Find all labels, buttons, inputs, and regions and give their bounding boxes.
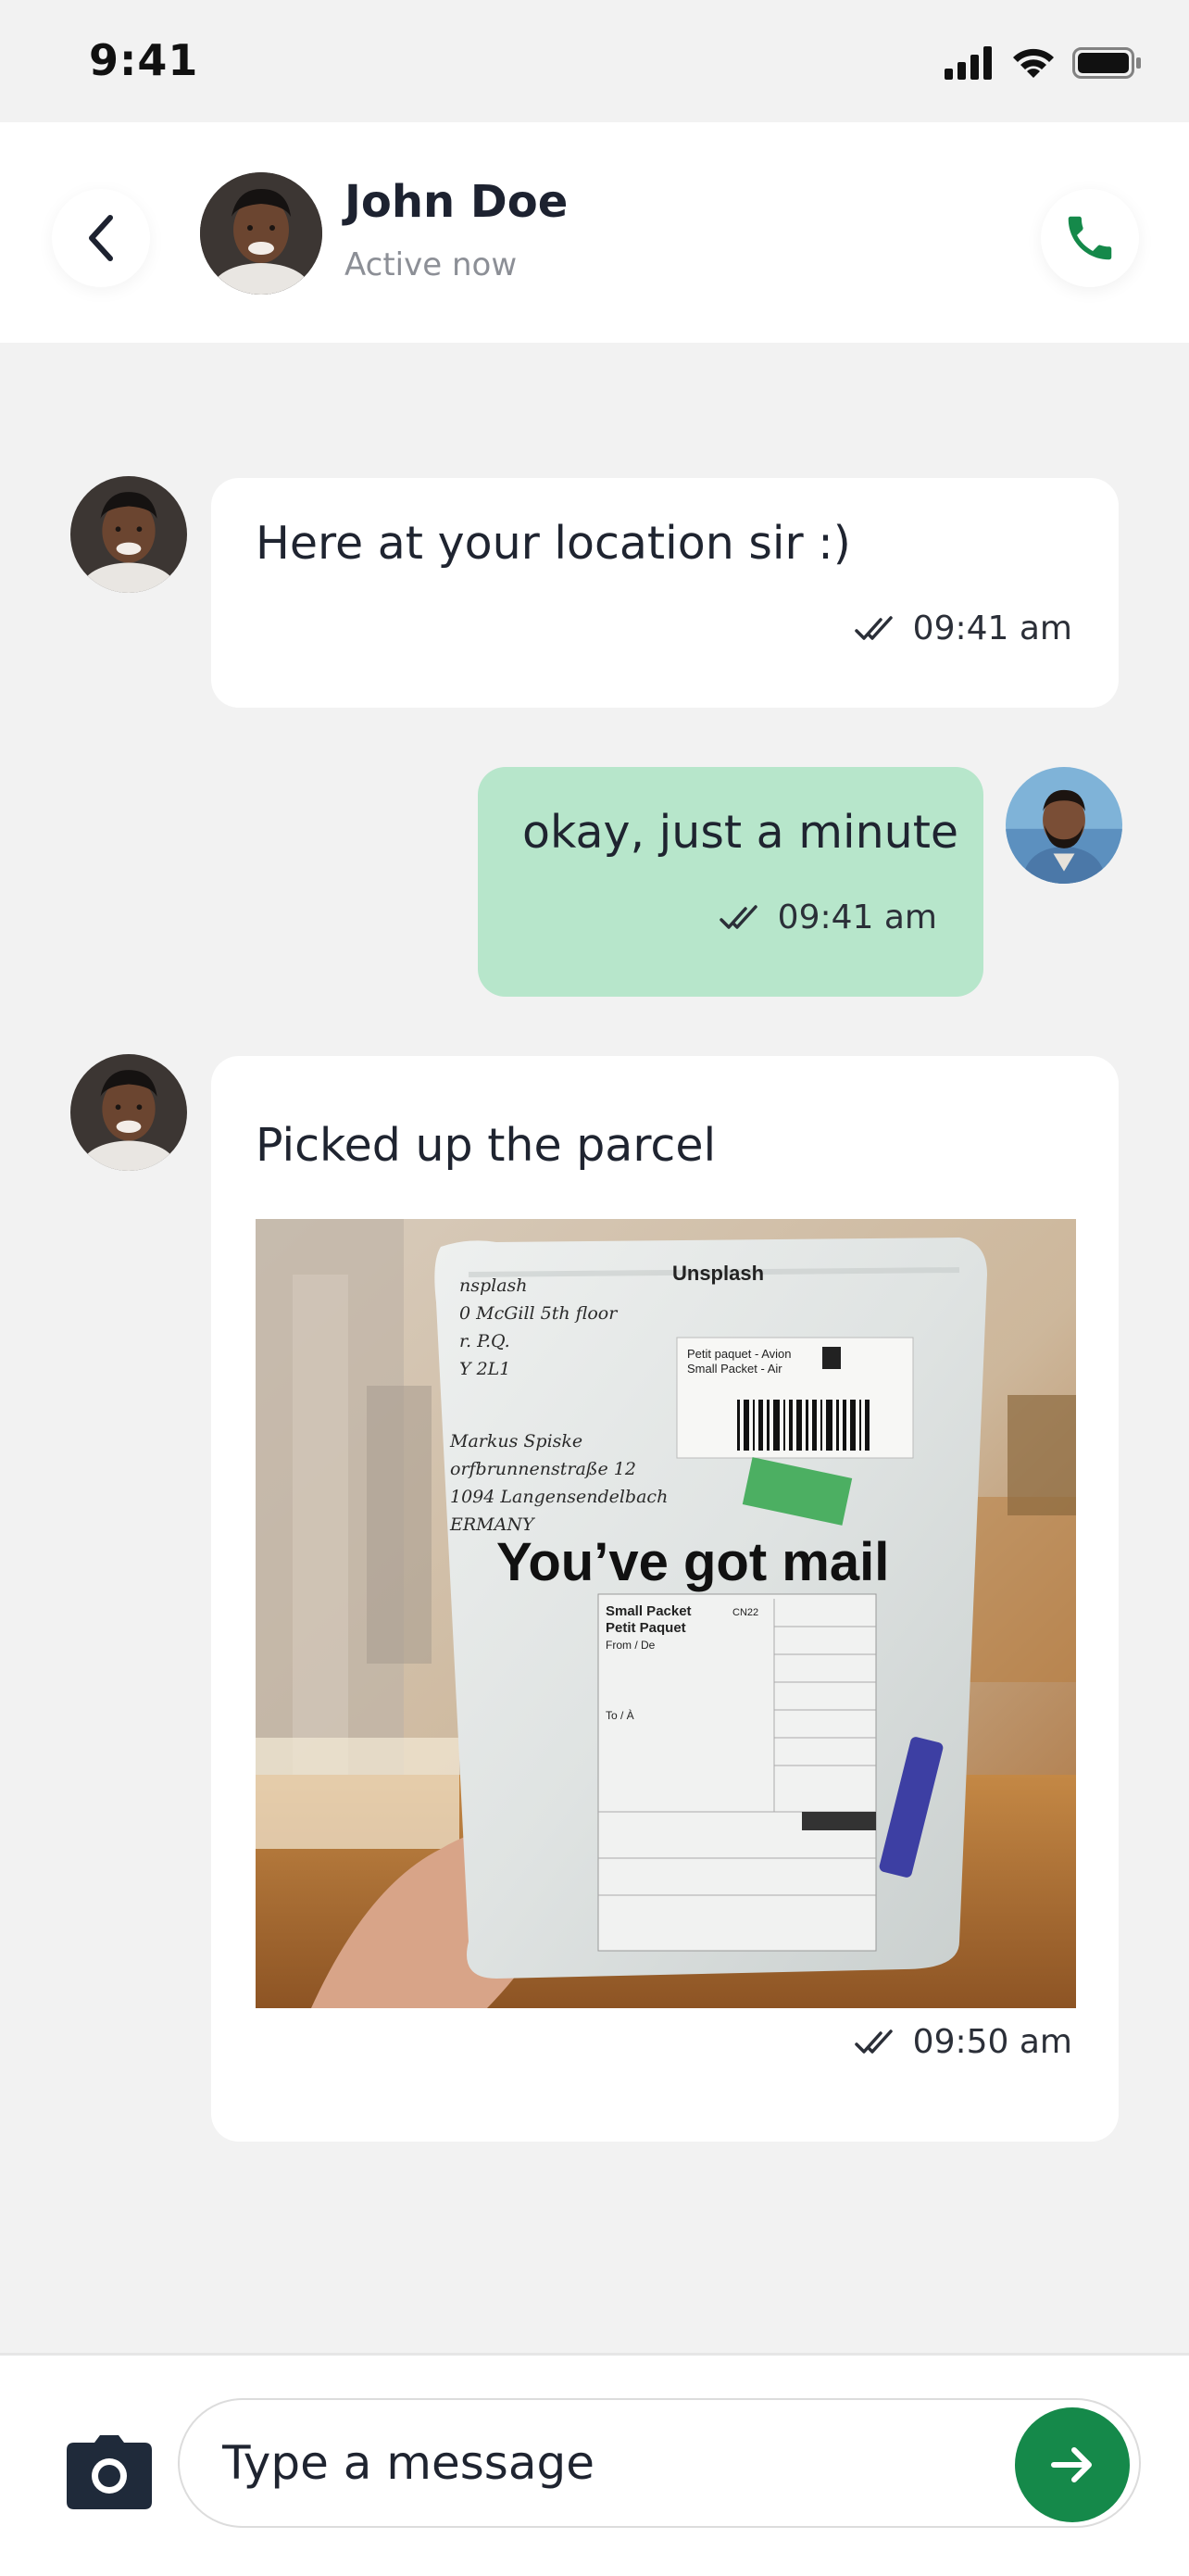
sender-avatar-image bbox=[70, 1054, 187, 1171]
contact-name: John Doe bbox=[344, 176, 569, 228]
handwriting-line: 1094 Langensendelbach bbox=[450, 1487, 668, 1507]
double-check-icon bbox=[854, 615, 893, 640]
form-text: From / De bbox=[606, 1639, 656, 1652]
message-text: Picked up the parcel bbox=[256, 1119, 717, 1172]
double-check-icon bbox=[854, 2029, 893, 2054]
form-text: Small Packet bbox=[606, 1603, 692, 1619]
battery-icon bbox=[1072, 47, 1141, 79]
handwriting-line: orfbrunnenstraße 12 bbox=[450, 1459, 636, 1479]
my-avatar[interactable] bbox=[1006, 767, 1122, 884]
handwriting-line: 0 McGill 5th floor bbox=[459, 1303, 619, 1324]
message-input[interactable] bbox=[178, 2398, 1141, 2528]
message-bubble-outgoing[interactable]: okay, just a minute 09:41 am bbox=[478, 767, 983, 997]
message-text: okay, just a minute bbox=[522, 806, 959, 859]
camera-icon bbox=[67, 2435, 152, 2509]
message-time: 09:50 am bbox=[912, 2023, 1072, 2061]
my-avatar-image bbox=[1006, 767, 1122, 884]
sender-avatar-image bbox=[70, 476, 187, 593]
parcel-photo: Unsplash nsplash 0 McGill 5th floor r. P… bbox=[256, 1219, 1076, 2008]
handwriting-line: Y 2L1 bbox=[459, 1359, 510, 1379]
chat-header: John Doe Active now bbox=[0, 122, 1189, 343]
photo-brand-text: Unsplash bbox=[672, 1262, 764, 1285]
photo-headline-text: You’ve got mail bbox=[496, 1532, 889, 1592]
message-meta: 09:41 am bbox=[719, 898, 937, 936]
message-bubble-incoming[interactable]: Here at your location sir :) 09:41 am bbox=[211, 478, 1119, 708]
label-text: Small Packet - Air bbox=[687, 1362, 782, 1376]
handwriting-line: r. P.Q. bbox=[459, 1331, 510, 1351]
sender-avatar[interactable] bbox=[70, 476, 187, 593]
message-time: 09:41 am bbox=[912, 609, 1072, 647]
phone-icon bbox=[1068, 216, 1112, 260]
wifi-icon bbox=[1013, 48, 1054, 78]
contact-avatar-image bbox=[200, 172, 322, 295]
send-button[interactable] bbox=[1015, 2407, 1130, 2522]
chevron-left-icon bbox=[89, 215, 113, 261]
message-bubble-incoming[interactable]: Picked up the parcel Unsplash nsplash 0 … bbox=[211, 1056, 1119, 2142]
status-time: 9:41 bbox=[89, 35, 199, 85]
sender-avatar[interactable] bbox=[70, 1054, 187, 1171]
camera-button[interactable] bbox=[67, 2435, 152, 2509]
double-check-icon bbox=[719, 904, 757, 929]
message-time: 09:41 am bbox=[777, 898, 937, 936]
form-text: Petit Paquet bbox=[606, 1620, 686, 1636]
message-meta: 09:41 am bbox=[854, 609, 1072, 647]
arrow-right-icon bbox=[1051, 2447, 1092, 2482]
signal-icon bbox=[945, 46, 992, 80]
label-text: Petit paquet - Avion bbox=[687, 1347, 792, 1361]
message-meta: 09:50 am bbox=[854, 2023, 1072, 2061]
status-icons bbox=[945, 44, 1143, 82]
form-text: To / À bbox=[606, 1708, 634, 1722]
contact-avatar[interactable] bbox=[200, 172, 322, 295]
message-input-bar bbox=[0, 2353, 1189, 2576]
call-button[interactable] bbox=[1041, 189, 1139, 287]
handwriting-line: Markus Spiske bbox=[449, 1431, 582, 1451]
contact-status: Active now bbox=[344, 246, 518, 283]
status-bar: 9:41 bbox=[0, 0, 1189, 122]
message-text: Here at your location sir :) bbox=[256, 517, 851, 570]
handwriting-line: nsplash bbox=[459, 1275, 528, 1296]
photo-attachment[interactable]: Unsplash nsplash 0 McGill 5th floor r. P… bbox=[256, 1219, 1076, 2008]
form-text: CN22 bbox=[732, 1607, 758, 1618]
back-button[interactable] bbox=[52, 189, 150, 287]
